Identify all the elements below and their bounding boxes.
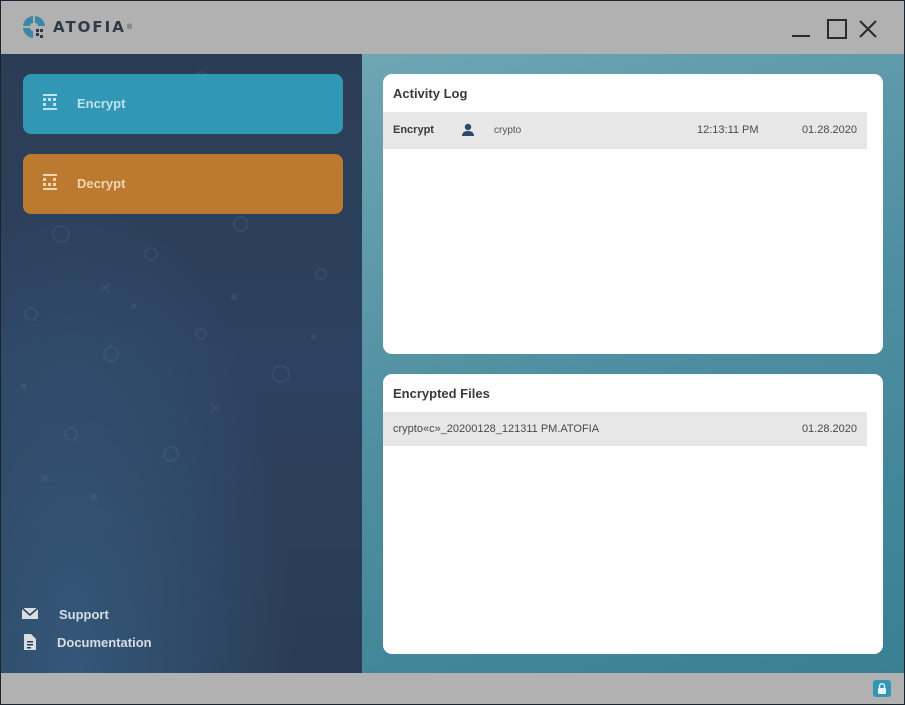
document-icon [24, 634, 36, 650]
sidebar-background-pattern [21, 71, 327, 500]
decrypt-button[interactable]: Decrypt [23, 154, 343, 214]
encrypted-files-panel: Encrypted Files crypto«c»_20200128_12131… [383, 374, 883, 654]
file-date: 01.28.2020 [801, 423, 857, 435]
user-icon [462, 123, 474, 136]
encrypt-button[interactable]: Encrypt [23, 74, 343, 134]
table-row[interactable]: Encrypt crypto 12:13:11 PM 01.28.2020 [383, 112, 867, 149]
encrypt-label: Encrypt [77, 96, 126, 111]
minimize-icon[interactable] [790, 18, 812, 40]
documentation-link[interactable]: Documentation [21, 634, 152, 650]
activity-action: Encrypt [393, 124, 434, 136]
app-logo: ATOFIA ® [21, 14, 132, 40]
close-icon[interactable] [857, 18, 879, 40]
sidebar: Encrypt Decrypt Support Documentation [1, 54, 362, 673]
decrypt-label: Decrypt [77, 176, 126, 191]
file-name: crypto«c»_20200128_121311 PM.ATOFIA [393, 423, 600, 435]
support-link[interactable]: Support [21, 606, 109, 622]
title-bar: ATOFIA ® [1, 1, 904, 54]
activity-user: crypto [494, 125, 522, 136]
encrypt-icon [43, 94, 57, 110]
documentation-label: Documentation [57, 634, 152, 650]
activity-log-panel: Activity Log Encrypt crypto 12:13:11 PM … [383, 74, 883, 354]
status-bar [1, 673, 904, 704]
app-window: ATOFIA ® Encrypt Decrypt Support Documen… [0, 0, 905, 705]
lock-button[interactable] [873, 680, 891, 697]
lock-icon [878, 683, 886, 694]
main-content: Activity Log Encrypt crypto 12:13:11 PM … [362, 54, 904, 673]
list-item[interactable]: crypto«c»_20200128_121311 PM.ATOFIA 01.2… [383, 412, 867, 446]
activity-log-title: Activity Log [393, 86, 468, 101]
activity-time: 12:13:11 PM [697, 124, 759, 136]
brand-registered-mark: ® [126, 23, 133, 31]
activity-date: 01.28.2020 [801, 124, 857, 136]
atofia-logo-icon [23, 16, 45, 38]
encrypted-files-title: Encrypted Files [393, 386, 490, 401]
decrypt-icon [43, 174, 57, 190]
brand-name: ATOFIA [53, 18, 126, 36]
support-label: Support [59, 606, 109, 622]
mail-icon [21, 607, 39, 619]
maximize-icon[interactable] [826, 18, 848, 40]
